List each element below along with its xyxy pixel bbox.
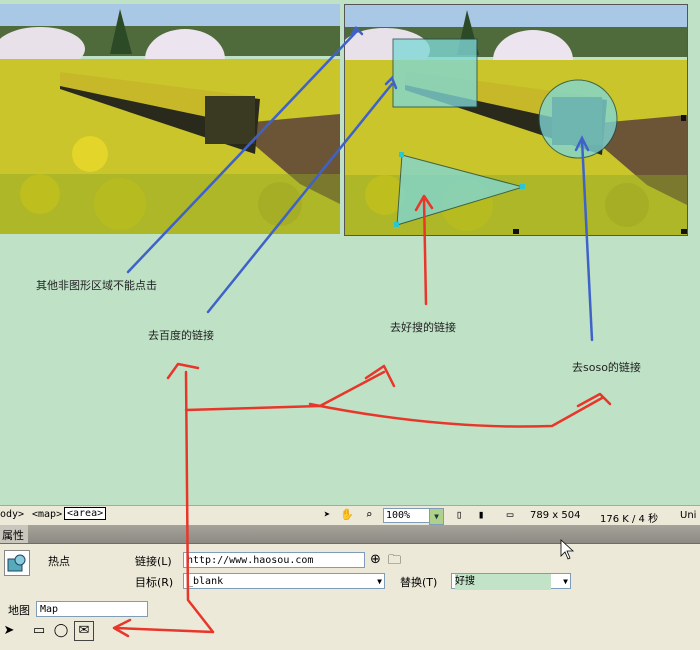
target-label: 目标(R) xyxy=(135,576,174,589)
map-name-input[interactable]: Map xyxy=(36,601,148,617)
properties-panel-header[interactable]: 属性 xyxy=(0,525,700,544)
annotation-to-baidu: 去百度的链接 xyxy=(148,329,214,342)
polygon-hotspot-tool-icon[interactable]: ✉ xyxy=(74,621,94,641)
monitor-icon[interactable]: ▭ xyxy=(500,508,520,522)
left-train-photo xyxy=(0,4,340,234)
pointer-hotspot-tool-icon[interactable]: ➤ xyxy=(0,622,18,640)
rect-hotspot[interactable] xyxy=(392,38,478,108)
folder-icon[interactable]: 🗀 xyxy=(388,551,401,573)
link-input[interactable]: http://www.haosou.com xyxy=(183,552,365,568)
tag-selector-status-bar: ody> <map> <area> ➤ ✋ ⌕ 100% ▼ ▯ ▮ ▭ 789… xyxy=(0,505,700,526)
zoom-select[interactable]: 100% xyxy=(383,508,431,523)
chevron-down-icon: ▼ xyxy=(563,577,568,586)
right-train-photo-with-hotspots xyxy=(344,4,688,236)
hand-tool-icon[interactable]: ✋ xyxy=(340,508,354,522)
zoom-tool-icon[interactable]: ⌕ xyxy=(362,508,376,522)
document-dimensions: 789 x 504 xyxy=(530,510,581,521)
file-size-download-time: 176 K / 4 秒 xyxy=(600,514,659,525)
alt-select-value: 好搜 xyxy=(455,574,551,590)
design-canvas: 其他非图形区域不能点击 去百度的链接 去好搜的链接 去soso的链接 xyxy=(0,0,700,505)
hotspot-type-label: 热点 xyxy=(48,555,70,568)
window-size-icon[interactable]: ▯ xyxy=(452,508,466,522)
tag-area[interactable]: <area> xyxy=(64,507,107,520)
circle-hotspot[interactable] xyxy=(538,79,618,159)
page-icon[interactable]: ▮ xyxy=(474,508,488,522)
hotspot-icon xyxy=(4,550,30,576)
map-label: 地图 xyxy=(8,604,30,617)
encoding-label: Uni xyxy=(680,510,697,521)
panel-title: 属性 xyxy=(2,529,24,542)
properties-panel: 热点 链接(L) http://www.haosou.com ⊕ 🗀 目标(R)… xyxy=(0,544,700,650)
link-label: 链接(L) xyxy=(135,555,172,568)
alt-select[interactable]: 好搜 ▼ xyxy=(451,573,571,590)
point-to-file-icon[interactable]: ⊕ xyxy=(370,552,381,567)
target-select[interactable]: _blank ▼ xyxy=(183,573,385,589)
circle-hotspot-tool-icon[interactable]: ◯ xyxy=(52,622,70,640)
annotation-non-shape-area: 其他非图形区域不能点击 xyxy=(36,279,157,292)
chevron-down-icon: ▼ xyxy=(377,577,382,586)
rectangle-hotspot-tool-icon[interactable]: ▭ xyxy=(30,622,48,640)
pointer-tool-icon[interactable]: ➤ xyxy=(320,508,334,522)
annotation-to-haosou: 去好搜的链接 xyxy=(390,321,456,334)
alt-label: 替换(T) xyxy=(400,576,438,589)
tag-map[interactable]: <map> xyxy=(32,509,62,520)
target-select-value: _blank xyxy=(187,576,224,587)
tag-body[interactable]: ody> xyxy=(0,509,24,520)
annotation-to-soso: 去soso的链接 xyxy=(572,361,641,374)
chevron-down-icon[interactable]: ▼ xyxy=(429,508,444,525)
